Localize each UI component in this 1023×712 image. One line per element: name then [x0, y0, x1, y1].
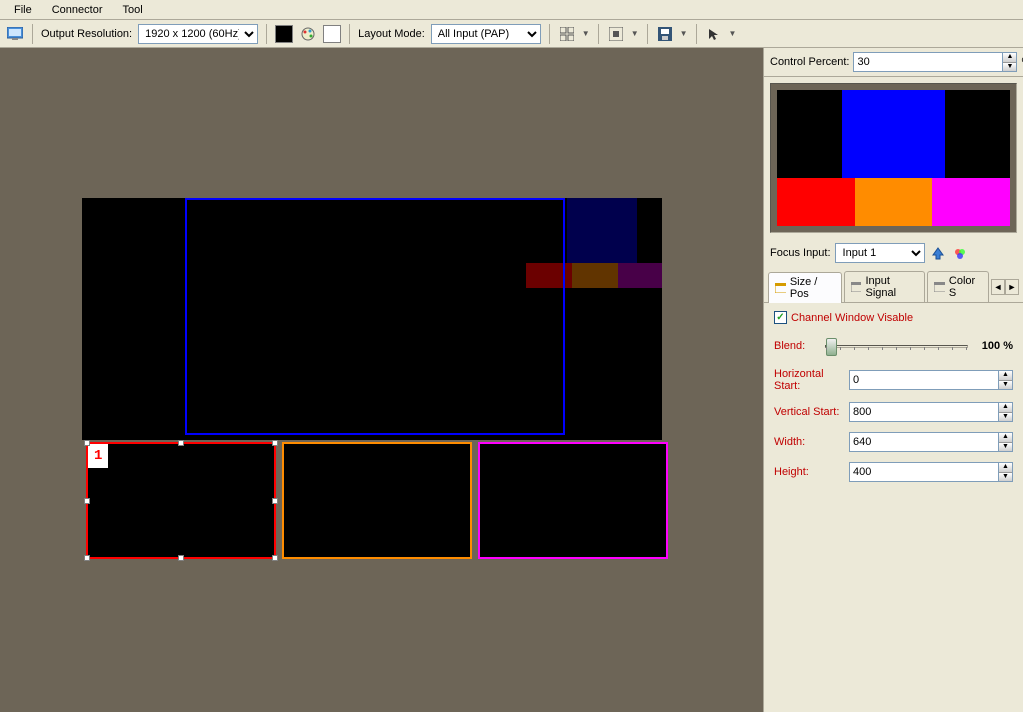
toolbar: Output Resolution: 1920 x 1200 (60Hz) La… [0, 20, 1023, 48]
dim-blue-block [567, 198, 637, 263]
tab-scroll-right[interactable]: ► [1005, 279, 1019, 295]
tab-body-size-pos: ✓ Channel Window Visable Blend: 100 % Ho… [764, 303, 1023, 712]
single-win-icon[interactable] [607, 25, 625, 43]
tab-scroll-left[interactable]: ◄ [991, 279, 1005, 295]
menubar: File Connector Tool [0, 0, 1023, 20]
save-icon[interactable] [656, 25, 674, 43]
color-swatch-black[interactable] [275, 25, 293, 43]
control-percent-spinner[interactable]: ▲▼ [1003, 52, 1017, 72]
width-input[interactable] [849, 432, 999, 452]
size-pos-tab-icon [775, 283, 786, 293]
blend-slider[interactable] [825, 334, 968, 358]
height-spinner[interactable]: ▲▼ [999, 462, 1013, 482]
menu-connector[interactable]: Connector [42, 2, 113, 18]
height-input[interactable] [849, 462, 999, 482]
control-percent-label: Control Percent: [770, 56, 849, 68]
palette-icon[interactable] [299, 25, 317, 43]
output-resolution-label: Output Resolution: [41, 28, 132, 40]
arrow-up-icon[interactable] [929, 244, 947, 262]
canvas-area[interactable]: 1 [0, 48, 763, 712]
grid-icon[interactable] [558, 25, 576, 43]
tab-strip: Size / Pos Input Signal Color S ◄ ► [764, 267, 1023, 303]
dim-magenta-block [618, 263, 662, 288]
menu-file[interactable]: File [4, 2, 42, 18]
dim-orange-block [572, 263, 618, 288]
width-spinner[interactable]: ▲▼ [999, 432, 1013, 452]
input-signal-tab-icon [851, 282, 862, 292]
color-swatch-white[interactable] [323, 25, 341, 43]
focus-input-label: Focus Input: [770, 247, 831, 259]
monitor-icon[interactable] [6, 25, 24, 43]
hstart-label: Horizontal Start: [774, 368, 843, 392]
blend-label: Blend: [774, 340, 819, 352]
vstart-label: Vertical Start: [774, 406, 843, 418]
window-blue[interactable] [185, 198, 565, 435]
vstart-input[interactable] [849, 402, 999, 422]
window-orange[interactable] [282, 442, 472, 559]
hstart-spinner[interactable]: ▲▼ [999, 370, 1013, 390]
blend-value: 100 % [982, 340, 1013, 352]
channel-visible-checkbox[interactable]: ✓ [774, 311, 787, 324]
preview-thumbnail [770, 83, 1017, 233]
rgb-icon[interactable] [951, 244, 969, 262]
focus-input-select[interactable]: Input 1 [835, 243, 925, 263]
hstart-input[interactable] [849, 370, 999, 390]
menu-tool[interactable]: Tool [113, 2, 153, 18]
width-label: Width: [774, 436, 843, 448]
tab-color[interactable]: Color S [927, 271, 989, 302]
tab-input-signal[interactable]: Input Signal [844, 271, 925, 302]
control-percent-input[interactable] [853, 52, 1003, 72]
window-label: 1 [88, 444, 108, 468]
vstart-spinner[interactable]: ▲▼ [999, 402, 1013, 422]
pointer-icon[interactable] [705, 25, 723, 43]
layout-mode-select[interactable]: All Input (PAP) [431, 24, 541, 44]
window-red-selected[interactable]: 1 [86, 442, 276, 559]
side-panel: Control Percent: ▲▼ % Focus Input: [763, 48, 1023, 712]
channel-visible-label: Channel Window Visable [791, 312, 913, 324]
window-magenta[interactable] [478, 442, 668, 559]
color-tab-icon [934, 282, 945, 292]
layout-mode-label: Layout Mode: [358, 28, 425, 40]
tab-size-pos[interactable]: Size / Pos [768, 272, 842, 303]
height-label: Height: [774, 466, 843, 478]
output-resolution-select[interactable]: 1920 x 1200 (60Hz) [138, 24, 258, 44]
